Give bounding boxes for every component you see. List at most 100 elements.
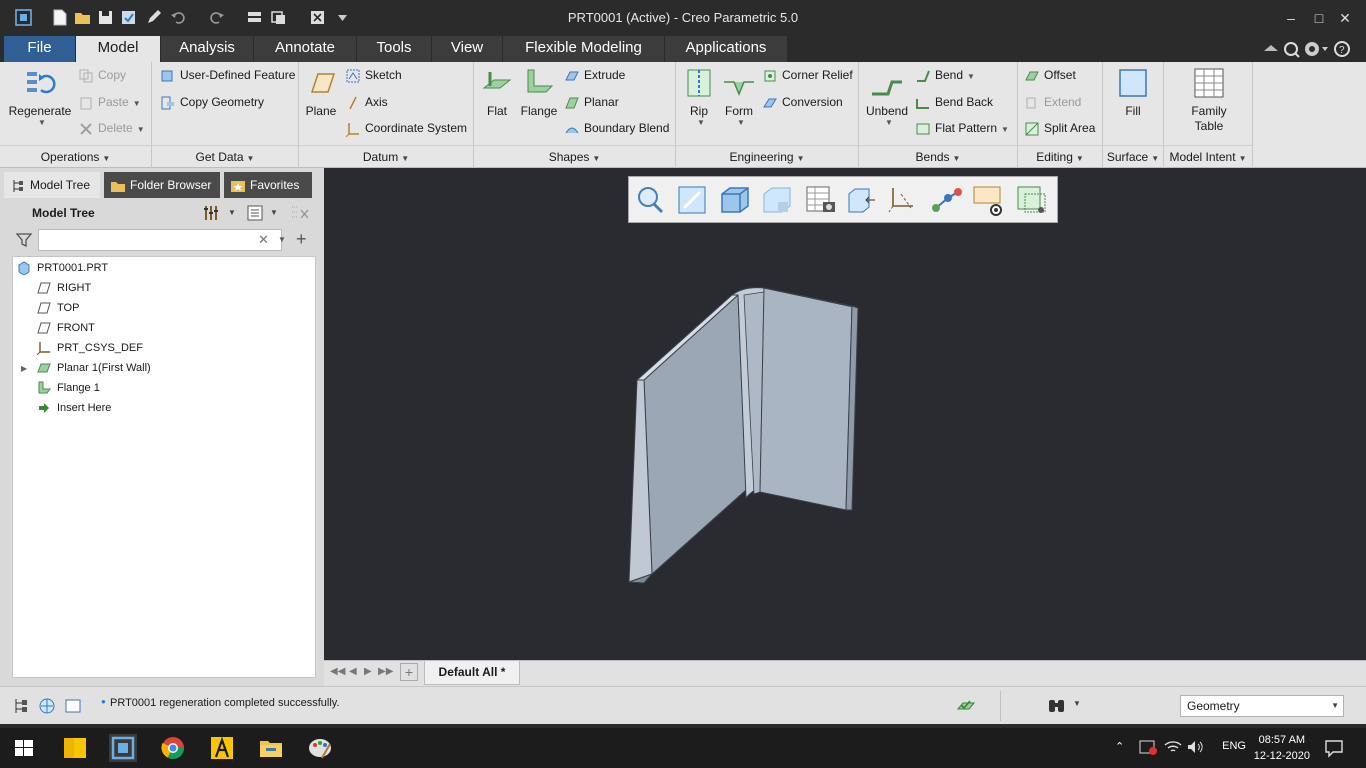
autocad-icon[interactable] (208, 734, 236, 762)
tree-filter-disabled-icon[interactable] (290, 204, 310, 222)
flange-button[interactable]: Flange (518, 66, 560, 118)
windows-start-icon[interactable] (10, 734, 38, 762)
show-navigator-icon[interactable] (12, 697, 30, 715)
minimize-button[interactable]: – (1280, 8, 1302, 28)
tab-flexible-modeling[interactable]: Flexible Modeling (503, 36, 665, 62)
family-table-button[interactable]: Family Table (1178, 66, 1240, 134)
browser-icon[interactable] (38, 697, 56, 715)
paste-button[interactable]: Paste ▼ (78, 92, 141, 112)
boundary-blend-button[interactable]: Boundary Blend (564, 118, 669, 138)
last-tab-icon[interactable]: ▶▶ (378, 666, 393, 677)
tab-tools[interactable]: Tools (357, 36, 432, 62)
tab-file[interactable]: File (4, 36, 76, 62)
sketch-button[interactable]: Sketch (345, 65, 402, 85)
tree-search-input[interactable] (38, 229, 282, 251)
tree-settings-dropdown-icon[interactable]: ▼ (228, 208, 236, 217)
plane-button[interactable]: Plane (303, 66, 339, 118)
paint-icon[interactable] (306, 734, 334, 762)
tree-settings-icon[interactable] (202, 204, 220, 222)
sticky-notes-icon[interactable] (61, 734, 89, 762)
next-tab-icon[interactable]: ▶ (364, 666, 372, 677)
full-screen-icon[interactable] (64, 697, 82, 715)
clock[interactable]: 08:57 AM 12-12-2020 (1254, 732, 1310, 764)
find-dropdown-icon[interactable]: ▼ (1073, 699, 1081, 708)
show-dropdown-icon[interactable]: ▼ (270, 208, 278, 217)
form-button[interactable]: Form ▼ (720, 66, 758, 127)
group-model-intent-label[interactable]: Model Intent ▼ (1164, 150, 1252, 164)
group-editing-label[interactable]: Editing ▼ (1018, 150, 1102, 164)
tab-folder-browser[interactable]: Folder Browser (104, 172, 220, 198)
planar-button[interactable]: Planar (564, 92, 619, 112)
show-hidden-icons[interactable]: ⌃ (1115, 740, 1124, 753)
tab-model[interactable]: Model (76, 36, 161, 62)
tab-model-tree[interactable]: Model Tree (4, 172, 100, 198)
add-tab-icon[interactable]: + (400, 663, 418, 681)
tab-annotate[interactable]: Annotate (254, 36, 357, 62)
copy-geometry-button[interactable]: Copy Geometry (160, 92, 264, 112)
bend-back-button[interactable]: Bend Back (915, 92, 993, 112)
expand-arrow-icon[interactable]: ▶ (21, 359, 31, 379)
first-tab-icon[interactable]: ◀◀ (330, 666, 345, 677)
tab-view[interactable]: View (432, 36, 503, 62)
unbend-button[interactable]: Unbend ▼ (863, 66, 911, 127)
tree-node-front[interactable]: FRONT (37, 318, 95, 338)
find-icon[interactable] (1046, 695, 1068, 717)
fill-button[interactable]: Fill (1113, 66, 1153, 118)
bend-button[interactable]: Bend ▼ (915, 65, 975, 85)
clear-search-icon[interactable]: ✕ (258, 232, 269, 248)
maximize-button[interactable]: □ (1308, 8, 1330, 28)
tab-analysis[interactable]: Analysis (161, 36, 254, 62)
volume-icon[interactable] (1186, 738, 1206, 756)
selection-filter-select[interactable]: Geometry ▼ (1180, 695, 1344, 717)
flat-button[interactable]: Flat (478, 66, 516, 118)
extrude-button[interactable]: Extrude (564, 65, 625, 85)
filter-icon[interactable] (15, 232, 33, 248)
group-operations-label[interactable]: Operations ▼ (0, 150, 151, 164)
copy-button[interactable]: Copy (78, 65, 126, 85)
tree-node-insert-here[interactable]: Insert Here (37, 398, 111, 418)
corner-relief-button[interactable]: Corner Relief (762, 65, 853, 85)
regen-status-icon[interactable] (955, 695, 977, 717)
close-button[interactable]: ✕ (1334, 8, 1356, 28)
chrome-icon[interactable] (159, 734, 187, 762)
sheetmetal-model[interactable] (324, 168, 1366, 660)
regenerate-dropdown-icon[interactable]: ▼ (10, 118, 74, 127)
axis-button[interactable]: Axis (345, 92, 388, 112)
tree-node-flange[interactable]: Flange 1 (37, 378, 100, 398)
coordinate-system-button[interactable]: Coordinate System (345, 118, 467, 138)
conversion-button[interactable]: Conversion (762, 92, 843, 112)
search-dropdown-icon[interactable]: ▼ (278, 235, 286, 244)
tray-app-icon[interactable] (1138, 738, 1158, 756)
rip-button[interactable]: Rip ▼ (680, 66, 718, 127)
creo-taskbar-icon[interactable] (109, 734, 137, 762)
split-area-button[interactable]: Split Area (1024, 118, 1095, 138)
tree-node-planar[interactable]: ▶ Planar 1(First Wall) (21, 358, 151, 378)
group-engineering-label[interactable]: Engineering ▼ (676, 150, 858, 164)
offset-button[interactable]: Offset (1024, 65, 1076, 85)
extend-button[interactable]: Extend (1024, 92, 1081, 112)
tree-node-right[interactable]: RIGHT (37, 278, 91, 298)
wifi-icon[interactable] (1163, 738, 1183, 756)
tree-node-part[interactable]: PRT0001.PRT (17, 258, 108, 278)
group-shapes-label[interactable]: Shapes ▼ (474, 150, 675, 164)
tab-applications[interactable]: Applications (665, 36, 788, 62)
group-get-data-label[interactable]: Get Data ▼ (152, 150, 298, 164)
file-explorer-icon[interactable] (257, 734, 285, 762)
delete-button[interactable]: Delete ▼ (78, 118, 145, 138)
show-icon[interactable] (246, 204, 264, 222)
language-indicator[interactable]: ENG (1222, 740, 1246, 752)
group-datum-label[interactable]: Datum ▼ (299, 150, 473, 164)
tab-favorites[interactable]: Favorites (224, 172, 312, 198)
notifications-icon[interactable] (1324, 738, 1344, 758)
sheet-tab-default-all[interactable]: Default All * (424, 661, 520, 685)
group-surface-label[interactable]: Surface ▼ (1103, 150, 1163, 164)
regenerate-button[interactable]: Regenerate ▼ (6, 66, 74, 127)
flat-pattern-button[interactable]: Flat Pattern ▼ (915, 118, 1009, 138)
prev-tab-icon[interactable]: ◀ (349, 666, 357, 677)
udf-button[interactable]: User-Defined Feature (160, 65, 295, 85)
tree-node-csys[interactable]: PRT_CSYS_DEF (36, 338, 143, 358)
graphics-window[interactable] (324, 168, 1366, 660)
tree-node-top[interactable]: TOP (37, 298, 79, 318)
group-bends-label[interactable]: Bends ▼ (859, 150, 1017, 164)
add-column-icon[interactable]: + (296, 229, 307, 250)
